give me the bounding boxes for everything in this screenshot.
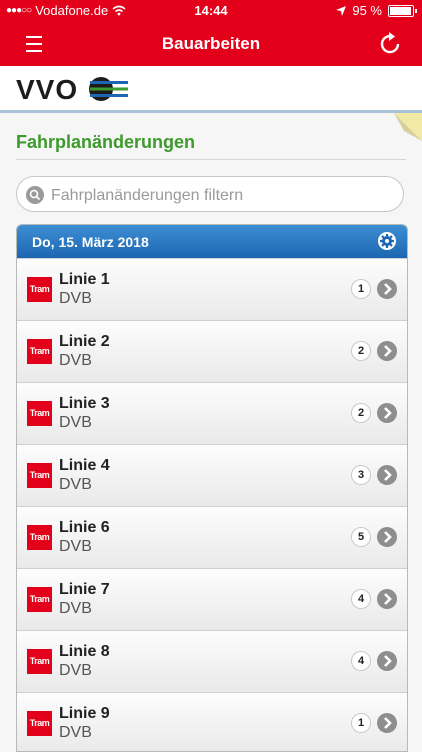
changes-list: Do, 15. März 2018 Tram Linie 1 DVB 1 Tra…	[16, 224, 408, 752]
location-arrow-icon	[336, 5, 347, 16]
refresh-icon[interactable]	[376, 30, 404, 58]
vvo-logo-mark-icon	[89, 77, 128, 101]
list-date-header: Do, 15. März 2018	[17, 225, 407, 258]
change-count-badge: 2	[351, 341, 371, 361]
chevron-right-icon[interactable]	[376, 526, 398, 548]
line-operator: DVB	[59, 414, 92, 431]
line-name: Linie 3	[59, 395, 110, 412]
line-name: Linie 1	[59, 271, 110, 288]
logo-divider	[0, 110, 422, 113]
status-bar: ●●●○○ Vodafone.de 14:44 95 %	[0, 0, 422, 22]
line-operator: DVB	[59, 600, 92, 617]
page-title: Fahrplanänderungen	[16, 132, 196, 152]
list-item[interactable]: Tram Linie 7 DVB 4	[17, 568, 407, 630]
page-curl-icon[interactable]	[394, 113, 422, 141]
tram-badge: Tram	[27, 339, 52, 364]
list-item[interactable]: Tram Linie 3 DVB 2	[17, 382, 407, 444]
list-item[interactable]: Tram Linie 1 DVB 1	[17, 258, 407, 320]
change-count-badge: 3	[351, 465, 371, 485]
tram-badge: Tram	[27, 401, 52, 426]
line-name: Linie 4	[59, 457, 110, 474]
change-count-badge: 5	[351, 527, 371, 547]
chevron-right-icon[interactable]	[376, 712, 398, 734]
list-item[interactable]: Tram Linie 6 DVB 5	[17, 506, 407, 568]
heading-divider	[16, 159, 406, 160]
navigation-bar: Bauarbeiten	[0, 22, 422, 66]
chevron-right-icon[interactable]	[376, 464, 398, 486]
gear-icon[interactable]	[377, 231, 397, 251]
line-operator: DVB	[59, 662, 92, 679]
change-count-badge: 4	[351, 589, 371, 609]
list-item[interactable]: Tram Linie 8 DVB 4	[17, 630, 407, 692]
battery-percent: 95 %	[352, 3, 382, 18]
chevron-right-icon[interactable]	[376, 650, 398, 672]
search-icon	[26, 186, 44, 204]
change-count-badge: 1	[351, 279, 371, 299]
tram-badge: Tram	[27, 711, 52, 736]
list-item[interactable]: Tram Linie 4 DVB 3	[17, 444, 407, 506]
search-box[interactable]	[16, 176, 404, 212]
chevron-right-icon[interactable]	[376, 588, 398, 610]
change-count-badge: 2	[351, 403, 371, 423]
search-input[interactable]	[49, 183, 393, 209]
line-name: Linie 6	[59, 519, 110, 536]
line-operator: DVB	[59, 724, 92, 741]
change-count-badge: 4	[351, 651, 371, 671]
line-name: Linie 2	[59, 333, 110, 350]
list-item[interactable]: Tram Linie 2 DVB 2	[17, 320, 407, 382]
line-name: Linie 8	[59, 643, 110, 660]
vvo-logo: VVO	[16, 74, 79, 105]
tram-badge: Tram	[27, 277, 52, 302]
tram-badge: Tram	[27, 587, 52, 612]
list-date: Do, 15. März 2018	[32, 234, 149, 250]
line-operator: DVB	[59, 476, 92, 493]
tram-badge: Tram	[27, 649, 52, 674]
tram-badge: Tram	[27, 463, 52, 488]
line-operator: DVB	[59, 352, 92, 369]
chevron-right-icon[interactable]	[376, 402, 398, 424]
change-count-badge: 1	[351, 713, 371, 733]
line-operator: DVB	[59, 290, 92, 307]
battery-icon	[388, 4, 417, 17]
tram-badge: Tram	[27, 525, 52, 550]
chevron-right-icon[interactable]	[376, 278, 398, 300]
chevron-right-icon[interactable]	[376, 340, 398, 362]
logo-bar: VVO	[0, 66, 422, 112]
nav-title: Bauarbeiten	[161, 34, 261, 53]
list-item[interactable]: Tram Linie 9 DVB 1	[17, 692, 407, 751]
line-name: Linie 7	[59, 581, 110, 598]
line-operator: DVB	[59, 538, 92, 555]
line-name: Linie 9	[59, 705, 110, 722]
